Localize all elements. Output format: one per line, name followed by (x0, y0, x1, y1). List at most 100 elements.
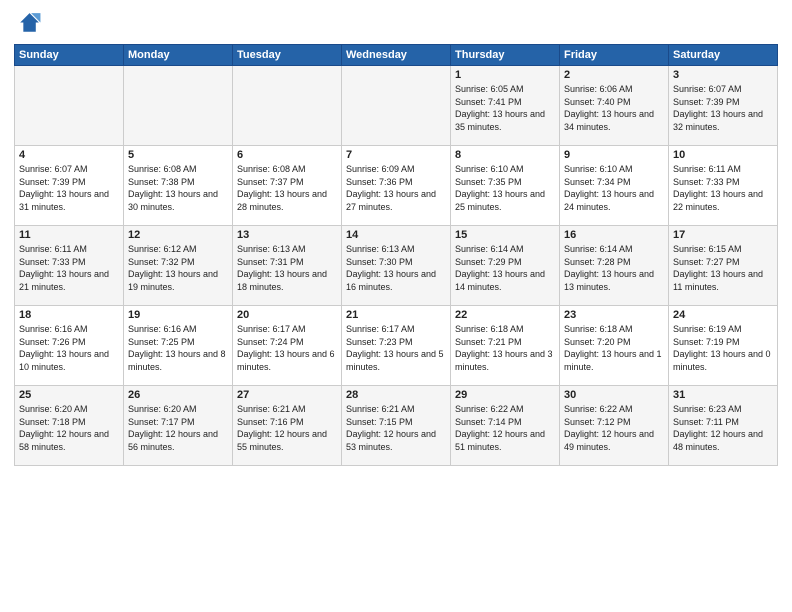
calendar-day-cell: 15 Sunrise: 6:14 AMSunset: 7:29 PMDayligh… (451, 226, 560, 306)
day-info: Sunrise: 6:16 AMSunset: 7:26 PMDaylight:… (19, 323, 119, 373)
weekday-header-cell: Saturday (669, 45, 778, 66)
weekday-header-cell: Friday (560, 45, 669, 66)
day-number: 7 (346, 149, 446, 161)
day-info: Sunrise: 6:21 AMSunset: 7:15 PMDaylight:… (346, 403, 446, 453)
calendar-day-cell: 30 Sunrise: 6:22 AMSunset: 7:12 PMDayligh… (560, 386, 669, 466)
day-info: Sunrise: 6:11 AMSunset: 7:33 PMDaylight:… (19, 243, 119, 293)
calendar-week-row: 11 Sunrise: 6:11 AMSunset: 7:33 PMDayligh… (15, 226, 778, 306)
day-info: Sunrise: 6:20 AMSunset: 7:18 PMDaylight:… (19, 403, 119, 453)
day-info: Sunrise: 6:18 AMSunset: 7:20 PMDaylight:… (564, 323, 664, 373)
weekday-header-cell: Tuesday (233, 45, 342, 66)
weekday-header-row: SundayMondayTuesdayWednesdayThursdayFrid… (15, 45, 778, 66)
day-info: Sunrise: 6:11 AMSunset: 7:33 PMDaylight:… (673, 163, 773, 213)
day-number: 29 (455, 389, 555, 401)
calendar-day-cell: 18Sunrise: 6:16 AMSunset: 7:26 PMDayligh… (15, 306, 124, 386)
calendar-day-cell: 22 Sunrise: 6:18 AMSunset: 7:21 PMDayligh… (451, 306, 560, 386)
calendar-day-cell (233, 66, 342, 146)
calendar-day-cell: 25 Sunrise: 6:20 AMSunset: 7:18 PMDayligh… (15, 386, 124, 466)
calendar-day-cell: 26 Sunrise: 6:20 AMSunset: 7:17 PMDayligh… (124, 386, 233, 466)
calendar-day-cell: 19 Sunrise: 6:16 AMSunset: 7:25 PMDayligh… (124, 306, 233, 386)
calendar-day-cell: 2Sunrise: 6:06 AMSunset: 7:40 PMDaylight… (560, 66, 669, 146)
day-number: 20 (237, 309, 337, 321)
calendar-day-cell: 7Sunrise: 6:09 AMSunset: 7:36 PMDaylight… (342, 146, 451, 226)
header (14, 10, 778, 38)
calendar-week-row: 25 Sunrise: 6:20 AMSunset: 7:18 PMDayligh… (15, 386, 778, 466)
day-info: Sunrise: 6:19 AMSunset: 7:19 PMDaylight:… (673, 323, 773, 373)
calendar-day-cell: 13Sunrise: 6:13 AMSunset: 7:31 PMDayligh… (233, 226, 342, 306)
calendar-day-cell: 29Sunrise: 6:22 AMSunset: 7:14 PMDayligh… (451, 386, 560, 466)
day-number: 6 (237, 149, 337, 161)
calendar-week-row: 18Sunrise: 6:16 AMSunset: 7:26 PMDayligh… (15, 306, 778, 386)
day-number: 10 (673, 149, 773, 161)
day-info: Sunrise: 6:23 AMSunset: 7:11 PMDaylight:… (673, 403, 773, 453)
day-info: Sunrise: 6:22 AMSunset: 7:12 PMDaylight:… (564, 403, 664, 453)
calendar-week-row: 4Sunrise: 6:07 AMSunset: 7:39 PMDaylight… (15, 146, 778, 226)
calendar-day-cell: 12 Sunrise: 6:12 AMSunset: 7:32 PMDayligh… (124, 226, 233, 306)
day-number: 14 (346, 229, 446, 241)
weekday-header-cell: Thursday (451, 45, 560, 66)
logo (14, 10, 46, 38)
day-number: 24 (673, 309, 773, 321)
day-info: Sunrise: 6:21 AMSunset: 7:16 PMDaylight:… (237, 403, 337, 453)
calendar-day-cell: 27 Sunrise: 6:21 AMSunset: 7:16 PMDayligh… (233, 386, 342, 466)
weekday-header-cell: Monday (124, 45, 233, 66)
day-number: 12 (128, 229, 228, 241)
day-info: Sunrise: 6:16 AMSunset: 7:25 PMDaylight:… (128, 323, 228, 373)
day-number: 15 (455, 229, 555, 241)
calendar-day-cell: 31 Sunrise: 6:23 AMSunset: 7:11 PMDayligh… (669, 386, 778, 466)
calendar-container: SundayMondayTuesdayWednesdayThursdayFrid… (0, 0, 792, 612)
day-number: 27 (237, 389, 337, 401)
day-number: 30 (564, 389, 664, 401)
calendar-day-cell: 14 Sunrise: 6:13 AMSunset: 7:30 PMDayligh… (342, 226, 451, 306)
day-number: 26 (128, 389, 228, 401)
day-info: Sunrise: 6:08 AMSunset: 7:37 PMDaylight:… (237, 163, 337, 213)
day-number: 25 (19, 389, 119, 401)
day-number: 8 (455, 149, 555, 161)
calendar-day-cell: 17Sunrise: 6:15 AMSunset: 7:27 PMDayligh… (669, 226, 778, 306)
calendar-body: 1Sunrise: 6:05 AMSunset: 7:41 PMDaylight… (15, 66, 778, 466)
day-info: Sunrise: 6:17 AMSunset: 7:24 PMDaylight:… (237, 323, 337, 373)
day-info: Sunrise: 6:18 AMSunset: 7:21 PMDaylight:… (455, 323, 555, 373)
weekday-header-cell: Wednesday (342, 45, 451, 66)
calendar-day-cell: 4Sunrise: 6:07 AMSunset: 7:39 PMDaylight… (15, 146, 124, 226)
calendar-day-cell: 28 Sunrise: 6:21 AMSunset: 7:15 PMDayligh… (342, 386, 451, 466)
day-info: Sunrise: 6:20 AMSunset: 7:17 PMDaylight:… (128, 403, 228, 453)
day-info: Sunrise: 6:14 AMSunset: 7:29 PMDaylight:… (455, 243, 555, 293)
day-number: 22 (455, 309, 555, 321)
day-info: Sunrise: 6:13 AMSunset: 7:30 PMDaylight:… (346, 243, 446, 293)
calendar-day-cell: 11 Sunrise: 6:11 AMSunset: 7:33 PMDayligh… (15, 226, 124, 306)
day-info: Sunrise: 6:10 AMSunset: 7:35 PMDaylight:… (455, 163, 555, 213)
calendar-day-cell: 5Sunrise: 6:08 AMSunset: 7:38 PMDaylight… (124, 146, 233, 226)
day-info: Sunrise: 6:06 AMSunset: 7:40 PMDaylight:… (564, 83, 664, 133)
day-info: Sunrise: 6:15 AMSunset: 7:27 PMDaylight:… (673, 243, 773, 293)
calendar-day-cell: 6 Sunrise: 6:08 AMSunset: 7:37 PMDaylight… (233, 146, 342, 226)
day-number: 9 (564, 149, 664, 161)
calendar-day-cell: 3Sunrise: 6:07 AMSunset: 7:39 PMDaylight… (669, 66, 778, 146)
calendar-day-cell: 1Sunrise: 6:05 AMSunset: 7:41 PMDaylight… (451, 66, 560, 146)
day-number: 16 (564, 229, 664, 241)
day-info: Sunrise: 6:05 AMSunset: 7:41 PMDaylight:… (455, 83, 555, 133)
calendar-day-cell: 21Sunrise: 6:17 AMSunset: 7:23 PMDayligh… (342, 306, 451, 386)
calendar-day-cell (15, 66, 124, 146)
calendar-week-row: 1Sunrise: 6:05 AMSunset: 7:41 PMDaylight… (15, 66, 778, 146)
calendar-day-cell: 23Sunrise: 6:18 AMSunset: 7:20 PMDayligh… (560, 306, 669, 386)
day-info: Sunrise: 6:14 AMSunset: 7:28 PMDaylight:… (564, 243, 664, 293)
day-info: Sunrise: 6:10 AMSunset: 7:34 PMDaylight:… (564, 163, 664, 213)
day-info: Sunrise: 6:12 AMSunset: 7:32 PMDaylight:… (128, 243, 228, 293)
day-info: Sunrise: 6:13 AMSunset: 7:31 PMDaylight:… (237, 243, 337, 293)
calendar-day-cell: 10 Sunrise: 6:11 AMSunset: 7:33 PMDayligh… (669, 146, 778, 226)
calendar-day-cell (342, 66, 451, 146)
calendar-table: SundayMondayTuesdayWednesdayThursdayFrid… (14, 44, 778, 466)
day-info: Sunrise: 6:07 AMSunset: 7:39 PMDaylight:… (19, 163, 119, 213)
day-number: 3 (673, 69, 773, 81)
calendar-day-cell: 8 Sunrise: 6:10 AMSunset: 7:35 PMDaylight… (451, 146, 560, 226)
day-number: 31 (673, 389, 773, 401)
calendar-day-cell (124, 66, 233, 146)
calendar-day-cell: 9 Sunrise: 6:10 AMSunset: 7:34 PMDaylight… (560, 146, 669, 226)
day-number: 19 (128, 309, 228, 321)
calendar-day-cell: 16 Sunrise: 6:14 AMSunset: 7:28 PMDayligh… (560, 226, 669, 306)
day-number: 28 (346, 389, 446, 401)
calendar-day-cell: 20 Sunrise: 6:17 AMSunset: 7:24 PMDayligh… (233, 306, 342, 386)
day-number: 11 (19, 229, 119, 241)
day-number: 5 (128, 149, 228, 161)
